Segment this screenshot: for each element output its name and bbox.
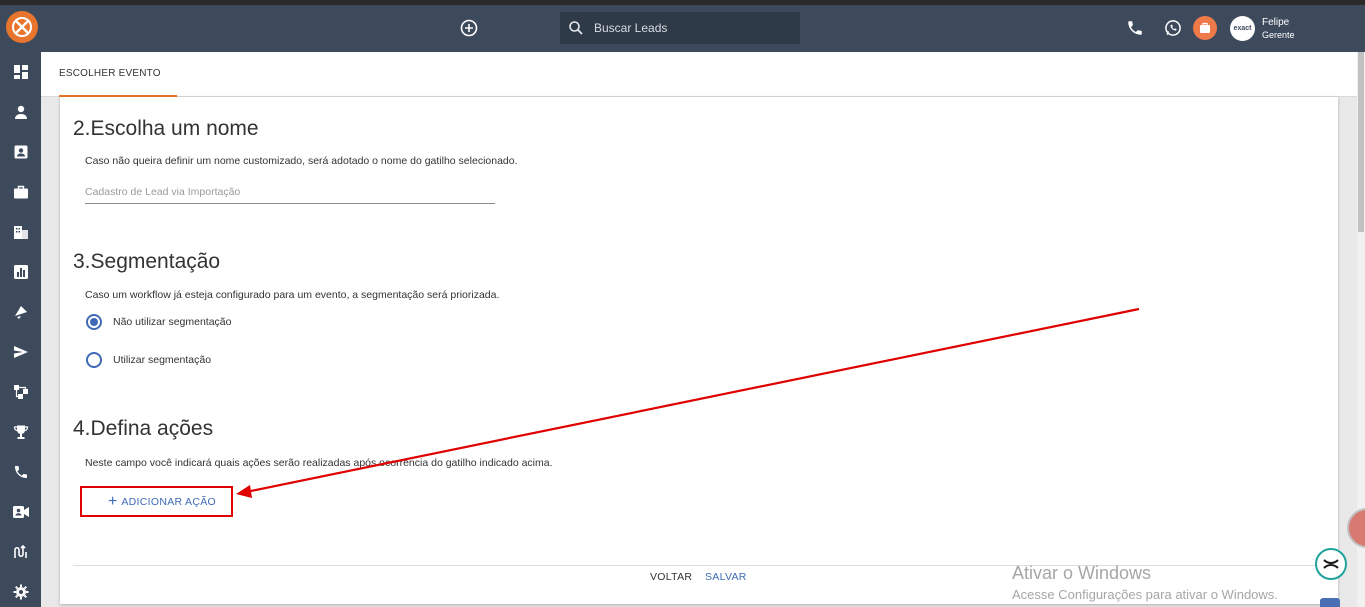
person-icon [15, 105, 27, 119]
whatsapp-icon[interactable] [1162, 17, 1184, 39]
sidebar-item-companies[interactable] [11, 222, 31, 242]
gear-icon [13, 584, 29, 600]
marketing-icon [15, 306, 27, 319]
add-action-label: ADICIONAR AÇÃO [121, 495, 216, 508]
sidebar-item-dashboard[interactable] [11, 62, 31, 82]
flow-icon [14, 544, 27, 558]
sidebar-item-meetings[interactable] [11, 502, 31, 522]
sidebar-item-send[interactable] [11, 342, 31, 362]
dashboard-icon [14, 65, 28, 79]
scrollbar-thumb[interactable] [1358, 52, 1364, 232]
sidebar-item-flows[interactable] [11, 542, 31, 562]
contact-card-icon [14, 145, 28, 159]
user-role: Gerente [1262, 30, 1295, 40]
bar-chart-icon [14, 265, 28, 279]
add-circle-icon[interactable] [458, 17, 480, 39]
user-name[interactable]: Felipe [1262, 17, 1289, 28]
sidebar-item-goals[interactable] [11, 422, 31, 442]
radio-button-selected[interactable] [86, 314, 102, 330]
windows-activation-subtitle: Acesse Configurações para ativar o Windo… [1012, 587, 1278, 602]
radio-label: Não utilizar segmentação [113, 316, 232, 328]
workflow-icon [14, 385, 28, 399]
save-button[interactable]: SALVAR [705, 571, 747, 583]
sidebar-item-business[interactable] [11, 182, 31, 202]
tab-bar: ESCOLHER EVENTO [41, 52, 1357, 97]
sidebar-item-leads[interactable] [11, 102, 31, 122]
section-actions-title: 4.Defina ações [73, 417, 214, 440]
radio-no-segmentation[interactable]: Não utilizar segmentação [86, 314, 231, 330]
send-icon [14, 346, 28, 358]
workflow-name-field[interactable] [85, 180, 495, 204]
trophy-icon [13, 425, 29, 439]
video-call-icon [13, 506, 29, 518]
radio-button[interactable] [86, 352, 102, 368]
building-icon [14, 226, 28, 239]
sidebar-item-contacts[interactable] [11, 142, 31, 162]
chat-widget-icon[interactable] [1315, 548, 1347, 580]
floating-widget[interactable] [1347, 508, 1365, 548]
search-input[interactable] [594, 21, 774, 35]
section-name-title: 2.Escolha um nome [73, 117, 259, 140]
notification-badge-icon[interactable] [1193, 16, 1217, 40]
sidebar [0, 52, 41, 607]
section-name-description: Caso não queira definir um nome customiz… [85, 155, 518, 167]
phone-icon[interactable] [1124, 17, 1146, 39]
sidebar-item-marketing[interactable] [11, 302, 31, 322]
search-bar[interactable] [560, 12, 800, 44]
workflow-form-card: 2.Escolha um nome Caso não queira defini… [60, 97, 1338, 604]
phone-icon [15, 466, 27, 478]
avatar[interactable]: exact [1230, 16, 1255, 41]
add-action-button[interactable]: + ADICIONAR AÇÃO [80, 486, 233, 517]
top-header: exact Felipe Gerente [0, 5, 1365, 52]
radio-use-segmentation[interactable]: Utilizar segmentação [86, 352, 211, 368]
search-icon [569, 21, 583, 35]
logo-icon[interactable] [6, 11, 38, 43]
sidebar-item-workflow[interactable] [11, 382, 31, 402]
section-segment-description: Caso um workflow já esteja configurado p… [85, 289, 500, 301]
windows-activation-title: Ativar o Windows [1012, 563, 1152, 583]
section-actions-description: Neste campo você indicará quais ações se… [85, 457, 553, 469]
radio-label: Utilizar segmentação [113, 354, 212, 366]
sidebar-item-settings[interactable] [11, 582, 31, 602]
floating-tab-icon[interactable] [1320, 598, 1340, 607]
sidebar-item-reports[interactable] [11, 262, 31, 282]
tab-escolher-evento[interactable]: ESCOLHER EVENTO [59, 52, 177, 97]
back-button[interactable]: VOLTAR [650, 571, 692, 583]
sidebar-item-calls[interactable] [11, 462, 31, 482]
briefcase-icon [14, 185, 28, 199]
section-segment-title: 3.Segmentação [73, 250, 221, 273]
plus-icon: + [108, 492, 118, 510]
